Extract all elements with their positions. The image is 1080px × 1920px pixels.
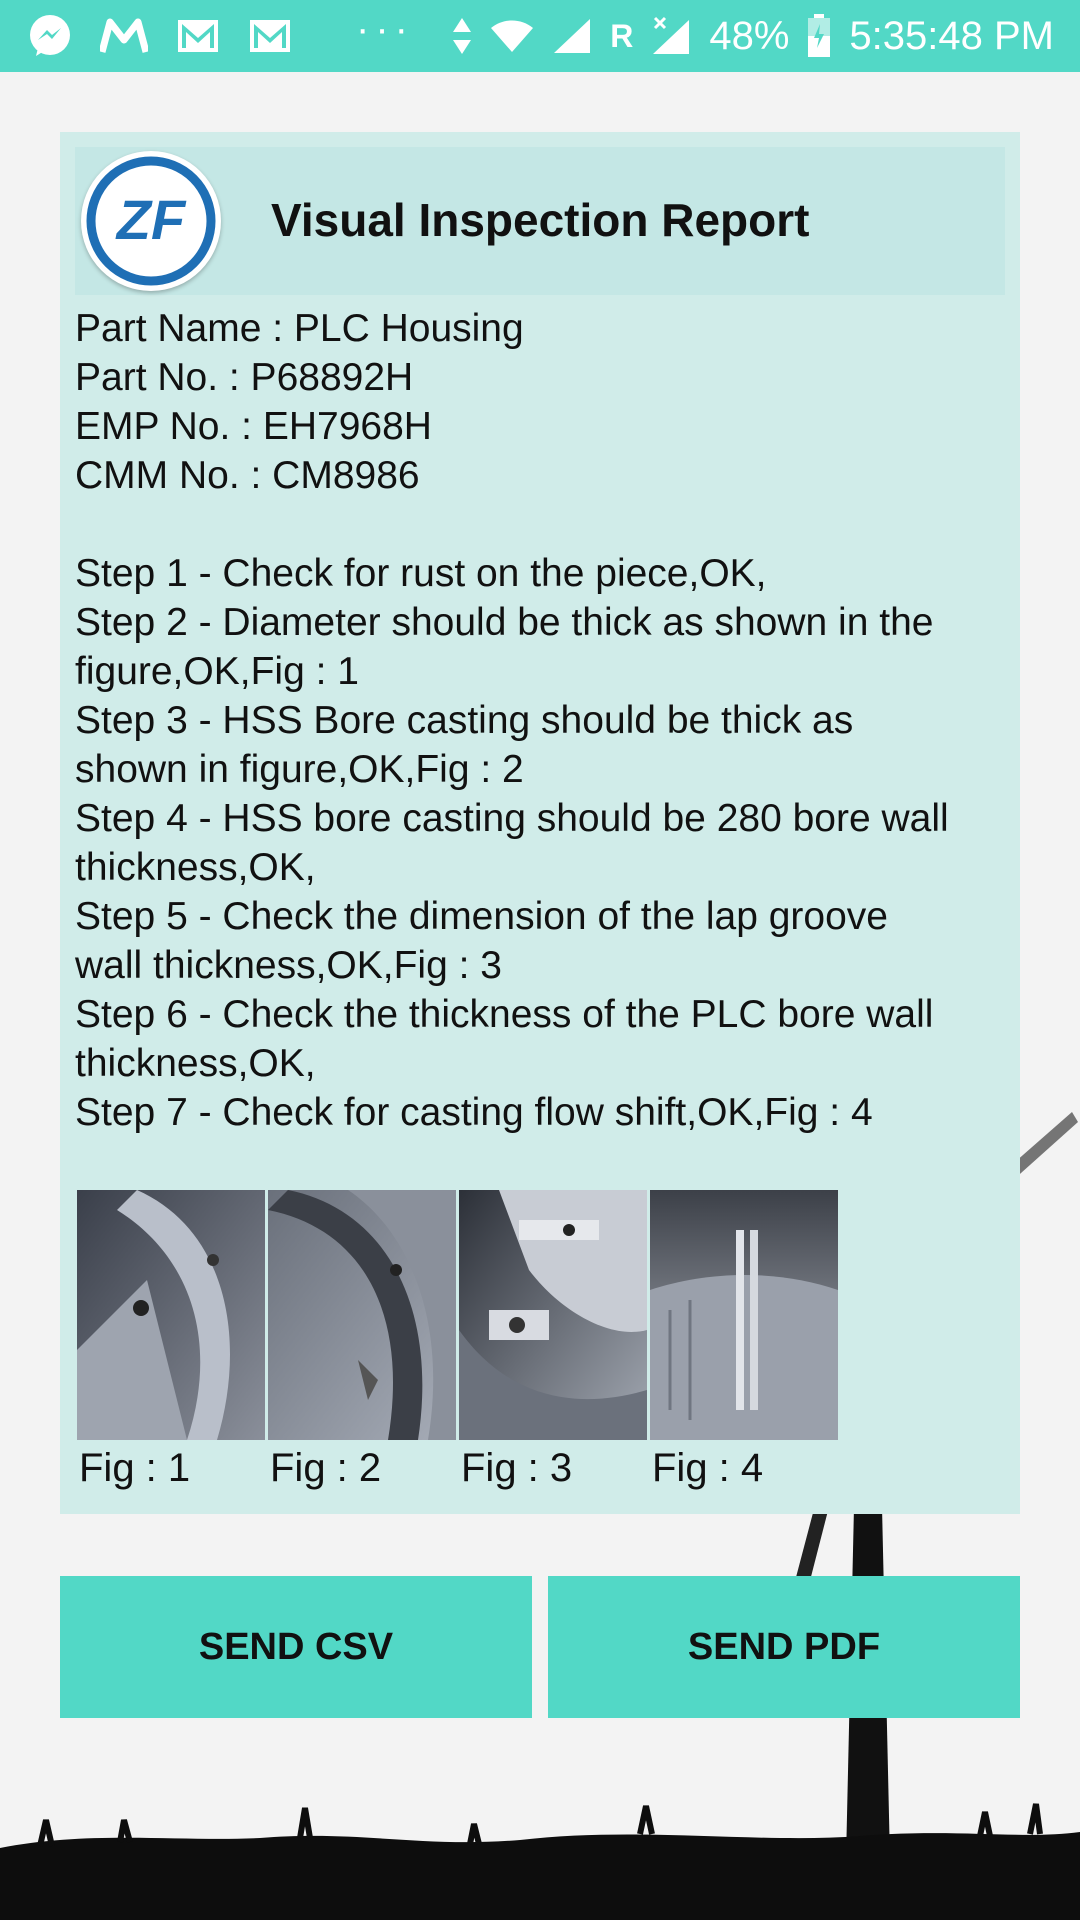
step-line: Step 2 - Diameter should be thick as sho…	[75, 601, 934, 644]
report-card: ZF Visual Inspection Report Part Name : …	[60, 132, 1020, 1514]
mail-icon	[248, 18, 292, 54]
zf-logo: ZF	[81, 151, 221, 291]
step-line: Step 4 - HSS bore casting should be 280 …	[75, 797, 949, 840]
field-part-name: Part Name : PLC Housing	[75, 307, 524, 350]
figure-3[interactable]: Fig : 3	[459, 1190, 647, 1490]
step-line: Step 7 - Check for casting flow shift,OK…	[75, 1091, 873, 1134]
step-line: shown in figure,OK,Fig : 2	[75, 748, 524, 791]
report-body: Part Name : PLC Housing Part No. : P6889…	[75, 304, 1015, 1137]
svg-text:ZF: ZF	[115, 188, 187, 251]
figure-1[interactable]: Fig : 1	[77, 1190, 265, 1490]
messenger-icon	[28, 14, 72, 58]
signal-icon	[552, 17, 592, 55]
figure-2-image	[268, 1190, 456, 1440]
report-title: Visual Inspection Report	[271, 194, 810, 246]
figure-1-image	[77, 1190, 265, 1440]
field-cmm-no: CMM No. : CM8986	[75, 454, 420, 497]
no-signal-icon	[651, 16, 691, 56]
clock: 5:35:48 PM	[849, 13, 1054, 58]
step-line: Step 6 - Check the thickness of the PLC …	[75, 993, 934, 1036]
field-part-no: Part No. : P68892H	[75, 356, 414, 399]
step-line: Step 5 - Check the dimension of the lap …	[75, 895, 888, 938]
mail-icon	[176, 18, 220, 54]
figure-2[interactable]: Fig : 2	[268, 1190, 456, 1490]
data-arrows-icon	[452, 16, 472, 56]
send-csv-button[interactable]: SEND CSV	[60, 1576, 532, 1718]
send-pdf-button[interactable]: SEND PDF	[548, 1576, 1020, 1718]
figure-caption: Fig : 4	[652, 1446, 764, 1490]
figure-caption: Fig : 2	[270, 1446, 382, 1490]
figure-caption: Fig : 3	[461, 1446, 573, 1490]
wifi-icon	[490, 18, 534, 54]
step-line: Step 1 - Check for rust on the piece,OK,	[75, 552, 767, 595]
step-line: figure,OK,Fig : 1	[75, 650, 359, 693]
figure-3-image	[459, 1190, 647, 1440]
network-type-label: R	[610, 17, 634, 54]
gmail-m-icon	[100, 18, 148, 54]
step-line: Step 3 - HSS Bore casting should be thic…	[75, 699, 854, 742]
step-line: thickness,OK,	[75, 846, 316, 889]
field-emp-no: EMP No. : EH7968H	[75, 405, 432, 448]
step-line: wall thickness,OK,Fig : 3	[75, 944, 502, 987]
step-line: thickness,OK,	[75, 1042, 316, 1085]
battery-percent: 48%	[709, 13, 790, 58]
status-bar: ··· R 48% 5:35:48 PM	[0, 0, 1080, 72]
battery-icon	[807, 14, 831, 58]
figure-caption: Fig : 1	[79, 1446, 191, 1490]
figure-4-image	[650, 1190, 838, 1440]
figure-4[interactable]: Fig : 4	[650, 1190, 838, 1490]
figure-strip: Fig : 1 Fig : 2 Fig: 3 Fig: 4	[77, 1190, 877, 1490]
more-dots-icon: ···	[356, 6, 414, 51]
report-header: ZF Visual Inspection Report	[75, 147, 1005, 295]
